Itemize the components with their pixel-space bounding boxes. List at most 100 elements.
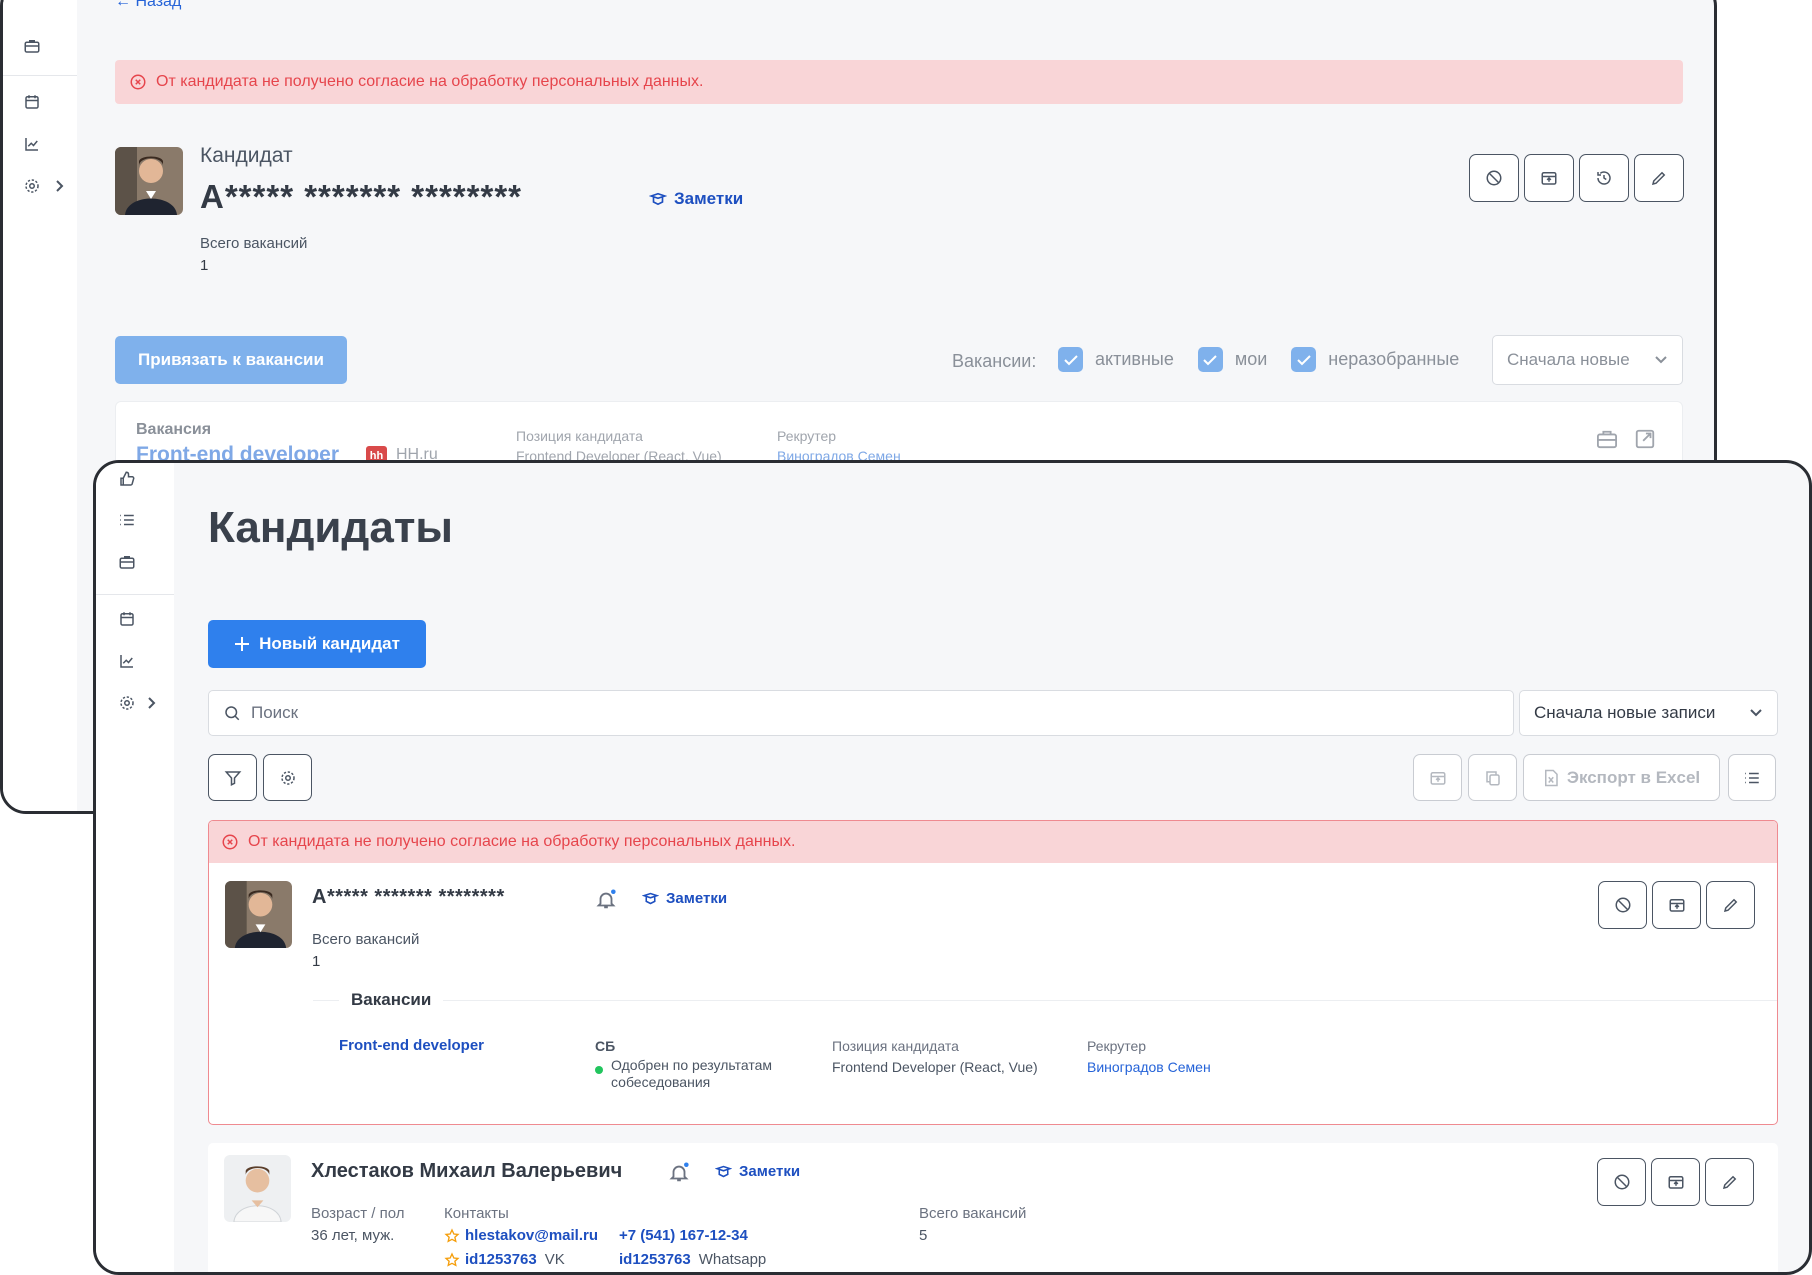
excel-file-icon [1544,769,1558,786]
chevron-right-icon[interactable] [145,696,157,715]
pencil-icon [1723,898,1737,913]
bell-icon[interactable] [668,1162,690,1189]
pencil-icon [1722,1175,1736,1190]
list-icon[interactable] [118,511,136,534]
total-vacancies-label: Всего вакансий [919,1205,1027,1222]
list-icon [1745,772,1759,783]
attach-to-vacancy-button[interactable]: Привязать к вакансии [115,336,347,384]
notes-label: Заметки [674,189,744,208]
ban-icon [1615,897,1630,913]
check-icon [1297,354,1311,365]
calendar-icon[interactable] [118,610,136,633]
archive-button[interactable] [1651,1158,1700,1206]
avatar [115,147,183,215]
sidebar-divider [96,594,174,595]
age-sex-value: 36 лет, муж. [311,1227,395,1244]
consent-alert: От кандидата не получено согласие на обр… [209,821,1777,863]
archive-button[interactable] [1652,881,1701,929]
search-input[interactable]: Поиск [208,690,1514,736]
position-label: Позиция кандидата [516,428,643,444]
search-placeholder: Поиск [251,703,299,722]
open-external-icon[interactable] [1634,428,1656,455]
candidate-name[interactable]: А***** ******* ******** [312,886,505,909]
vacancy-title-link[interactable]: Front-end developer [339,1037,484,1054]
candidate-name[interactable]: Хлестаков Михаил Валерьевич [311,1160,622,1183]
filter-button[interactable] [208,754,257,801]
notes-link[interactable]: Заметки [649,189,743,209]
view-list-button[interactable] [1728,754,1776,801]
thumbs-up-icon[interactable] [118,470,136,493]
email-link[interactable]: hlestakov@mail.ru [465,1227,598,1244]
calendar-icon[interactable] [23,93,41,116]
bell-icon[interactable] [595,889,617,916]
edit-button[interactable] [1634,154,1684,202]
export-excel-button[interactable]: Экспорт в Excel [1523,754,1720,801]
check-icon [1063,354,1078,365]
edit-button[interactable] [1705,1158,1754,1206]
phone-link[interactable]: +7 (541) 167-12-34 [619,1227,748,1244]
notes-label: Заметки [739,1163,801,1180]
filter-unsorted-label: неразобранные [1328,349,1460,369]
notes-link[interactable]: Заметки [715,1163,800,1180]
briefcase-icon[interactable] [118,553,136,576]
history-button[interactable] [1579,154,1629,202]
archive-icon [1668,1176,1683,1189]
block-button[interactable] [1469,154,1519,202]
position-value: Frontend Developer (React, Vue) [832,1059,1038,1075]
settings-button[interactable] [263,754,312,801]
funnel-icon [224,770,241,786]
star-icon[interactable] [444,1227,460,1244]
notes-icon [649,192,667,206]
notes-icon [715,1165,732,1178]
filter-mine-label: мои [1234,349,1268,369]
stage-status-text: Одобрен по результатам собеседования [611,1057,772,1090]
gear-icon[interactable] [23,177,41,200]
check-icon [1203,354,1218,365]
whatsapp-id-link[interactable]: id1253763 [619,1251,691,1268]
notes-link[interactable]: Заметки [642,890,727,907]
filter-mine-checkbox[interactable] [1197,347,1223,372]
star-icon[interactable] [444,1251,460,1268]
ban-icon [1486,170,1502,186]
filter-unsorted-checkbox[interactable] [1291,347,1317,372]
recruiter-link[interactable]: Виноградов Семен [1087,1059,1211,1075]
position-label: Позиция кандидата [832,1038,959,1054]
sort-dropdown[interactable]: Сначала новые [1492,335,1683,385]
sidebar-divider [3,75,77,76]
avatar [225,881,292,948]
copy-icon [1485,770,1500,785]
sidebar [3,0,77,811]
alert-text: От кандидата не получено согласие на обр… [248,833,796,850]
vk-contact: id1253763 VK [444,1251,565,1268]
briefcase-icon[interactable] [1596,429,1618,454]
contacts-label: Контакты [444,1205,509,1222]
vacancies-filter-label: Вакансии: [952,351,1037,371]
candidate-name: А***** ******* ******** [200,178,523,215]
chart-icon[interactable] [118,652,136,675]
chevron-right-icon[interactable] [53,179,65,198]
archive-icon [1430,771,1445,785]
archive-button[interactable] [1413,754,1462,801]
whatsapp-label: Whatsapp [698,1251,767,1268]
vk-id-link[interactable]: id1253763 [465,1251,537,1268]
gear-icon[interactable] [118,694,136,717]
new-candidate-label: Новый кандидат [259,634,400,653]
ban-icon [1614,1174,1629,1190]
sort-dropdown[interactable]: Сначала новые записи [1519,690,1778,736]
page-title: Кандидаты [208,503,453,552]
block-button[interactable] [1598,881,1647,929]
back-link[interactable]: ← Назад [115,0,181,11]
filter-active-checkbox[interactable] [1058,347,1083,372]
briefcase-icon[interactable] [23,37,41,60]
notes-label: Заметки [666,890,728,907]
sidebar [96,463,174,1272]
copy-button[interactable] [1468,754,1517,801]
edit-button[interactable] [1706,881,1755,929]
block-button[interactable] [1597,1158,1646,1206]
archive-button[interactable] [1524,154,1574,202]
candidate-card: От кандидата не получено согласие на обр… [208,820,1778,1125]
notes-icon [642,892,659,905]
new-candidate-button[interactable]: Новый кандидат [208,620,426,668]
chart-icon[interactable] [23,135,41,158]
stage-label: СБ [595,1038,616,1054]
